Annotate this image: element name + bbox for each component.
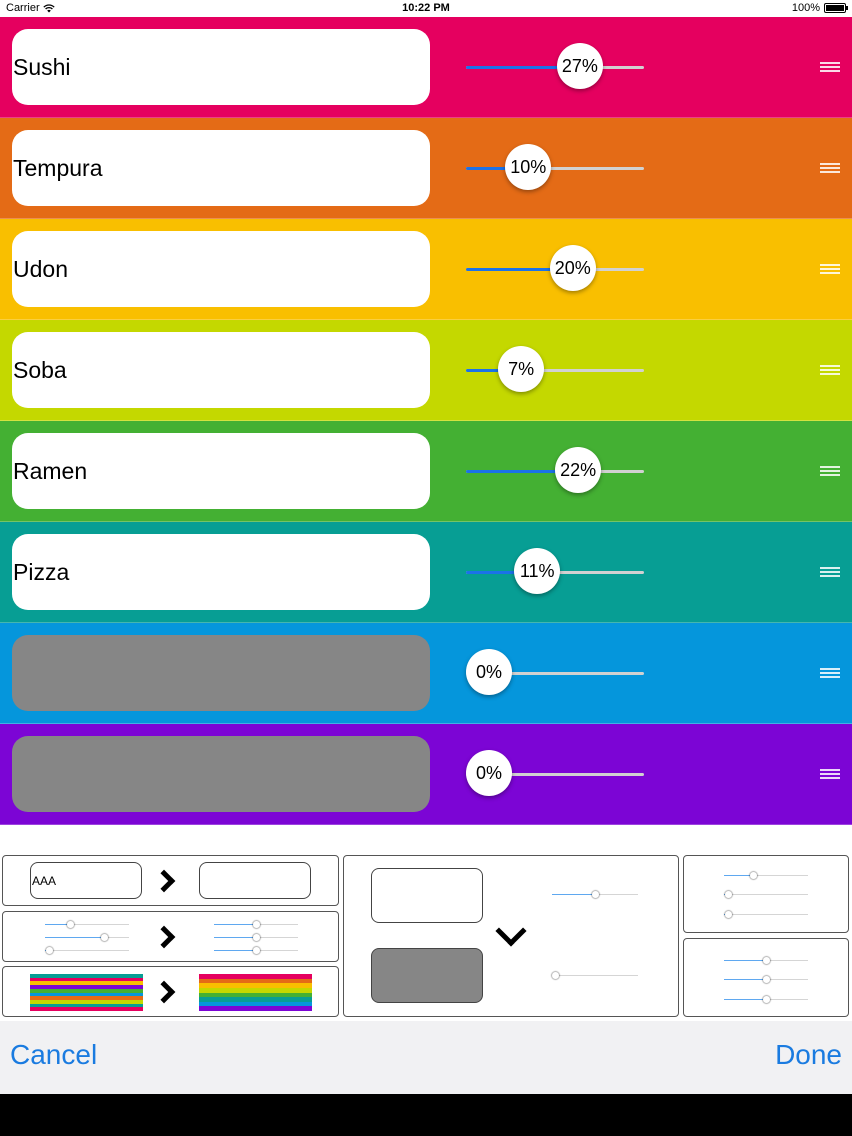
mini-slider [551, 972, 638, 979]
chevron-right-icon [152, 869, 176, 893]
reorder-handle-icon[interactable] [820, 62, 840, 72]
mode-copy-name[interactable]: AAA [2, 855, 339, 906]
item-percent-slider[interactable]: 20% [466, 245, 644, 291]
list-item: Sushi 27% [0, 17, 852, 118]
mini-slider [724, 957, 808, 964]
mode-selector: AAA [0, 827, 852, 1021]
reorder-handle-icon[interactable] [820, 365, 840, 375]
mini-slider [214, 921, 298, 928]
item-name-field[interactable]: Soba [12, 332, 430, 408]
mini-slider [45, 947, 129, 954]
list-item: 0% [0, 724, 852, 825]
mini-slider [552, 891, 638, 898]
list-item: Ramen 22% [0, 421, 852, 522]
chevron-right-icon [152, 925, 176, 949]
mode-reset-values-a[interactable] [683, 855, 849, 933]
mini-name-field-source: AAA [30, 862, 142, 899]
mini-slider [45, 921, 129, 928]
bottom-bar [0, 1094, 852, 1136]
mode-reset-values-b[interactable] [683, 938, 849, 1017]
mini-slider [724, 911, 808, 918]
chevron-right-icon [152, 980, 176, 1004]
item-percent-slider[interactable]: 27% [466, 43, 644, 89]
item-percent-slider[interactable]: 7% [466, 346, 644, 392]
item-name-field[interactable]: Udon [12, 231, 430, 307]
mode-clear[interactable] [343, 855, 679, 1017]
reorder-handle-icon[interactable] [820, 466, 840, 476]
item-percent-slider[interactable]: 0% [466, 750, 644, 796]
mini-slider [724, 996, 808, 1003]
slider-thumb[interactable]: 11% [514, 548, 561, 594]
item-percent-slider[interactable]: 10% [466, 144, 644, 190]
list-item: 0% [0, 623, 852, 724]
mini-name-field-filled [371, 868, 483, 923]
mode-copy-colors[interactable] [2, 966, 339, 1017]
mode-copy-values[interactable] [2, 911, 339, 962]
list-item: Tempura 10% [0, 118, 852, 219]
item-list: Sushi 27% Tempura 10% Udon 20% Soba 7% Ramen 22% P… [0, 17, 852, 825]
item-name-field[interactable]: Tempura [12, 130, 430, 206]
bottom-toolbar: Cancel Done [0, 1021, 852, 1094]
list-item: Udon 20% [0, 219, 852, 320]
reorder-handle-icon[interactable] [820, 668, 840, 678]
item-percent-slider[interactable]: 0% [466, 649, 644, 695]
battery-icon [824, 3, 848, 13]
item-name-field[interactable]: Sushi [12, 29, 430, 105]
mini-slider [724, 891, 808, 898]
mini-stripes-mixed [30, 974, 143, 1012]
mini-stripes-rainbow [199, 974, 312, 1011]
status-time: 10:22 PM [402, 2, 450, 14]
item-percent-slider[interactable]: 11% [466, 548, 644, 594]
mini-slider [724, 976, 808, 983]
item-percent-slider[interactable]: 22% [466, 447, 644, 493]
list-item: Pizza 11% [0, 522, 852, 623]
mini-slider [724, 872, 808, 879]
item-name-field[interactable]: Pizza [12, 534, 430, 610]
chevron-down-icon [495, 915, 527, 947]
status-right: 100% [791, 2, 848, 14]
slider-thumb[interactable]: 7% [498, 346, 545, 392]
slider-thumb[interactable]: 22% [555, 447, 602, 493]
mini-slider [214, 947, 298, 954]
battery-percent: 100% [791, 2, 820, 14]
mini-field-text: AAA [32, 873, 57, 888]
reorder-handle-icon[interactable] [820, 264, 840, 274]
reorder-handle-icon[interactable] [820, 769, 840, 779]
item-name-field[interactable] [12, 736, 430, 812]
done-button[interactable]: Done [775, 1039, 842, 1071]
mini-slider [45, 934, 129, 941]
slider-thumb[interactable]: 0% [466, 750, 512, 796]
item-name-field[interactable]: Ramen [12, 433, 430, 509]
slider-thumb[interactable]: 0% [466, 649, 512, 695]
slider-thumb[interactable]: 20% [549, 245, 596, 291]
app-window: Carrier 10:22 PM 100% Sushi 27% Tempura 10%… [0, 0, 852, 1136]
reorder-handle-icon[interactable] [820, 567, 840, 577]
item-name-field[interactable] [12, 635, 430, 711]
mini-slider [214, 934, 298, 941]
reorder-handle-icon[interactable] [820, 163, 840, 173]
mini-name-field-target [199, 862, 311, 899]
status-bar: Carrier 10:22 PM 100% [0, 0, 852, 17]
mini-name-field-cleared [371, 948, 483, 1003]
slider-thumb[interactable]: 10% [505, 144, 552, 190]
slider-thumb[interactable]: 27% [556, 43, 603, 89]
cancel-button[interactable]: Cancel [10, 1039, 97, 1071]
list-item: Soba 7% [0, 320, 852, 421]
